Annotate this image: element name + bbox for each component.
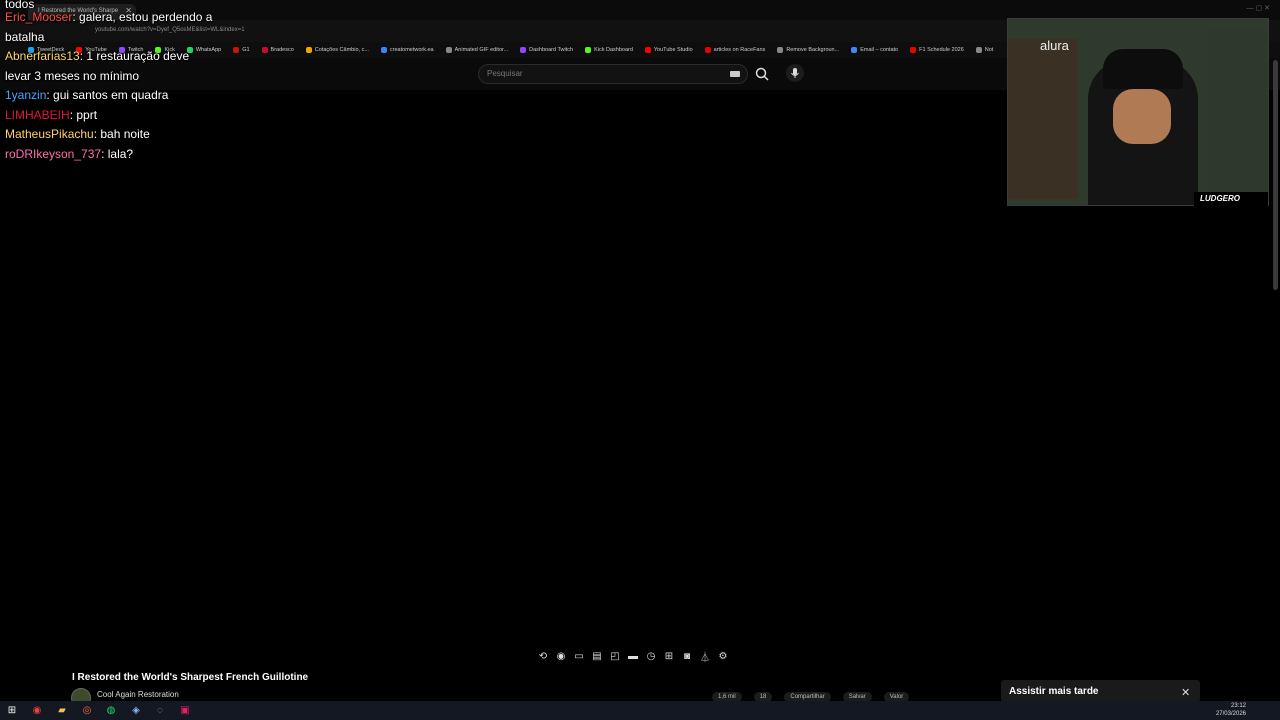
clock-time: 23:12 <box>1230 703 1246 709</box>
app2-icon[interactable]: ◈ <box>129 703 143 717</box>
chat-text: : gui santos em quadra <box>46 88 169 102</box>
speed-icon[interactable]: ◷ <box>644 649 658 663</box>
window-controls[interactable]: — ▢ ✕ <box>1247 4 1270 12</box>
chat-username: MatheusPikachu <box>5 127 94 141</box>
stream-chat-overlay: todos Eric_Mooser: galera, estou perdend… <box>5 0 215 164</box>
bookmark-label: Email – contato <box>860 47 899 53</box>
chat-message: LIMHABEIH: pprt <box>5 106 215 126</box>
bookmark-favicon-icon <box>261 47 268 53</box>
cap <box>1103 49 1183 89</box>
bookmark-item[interactable]: G1 <box>233 47 250 53</box>
theater-icon[interactable]: ▬ <box>626 649 640 663</box>
system-clock[interactable]: 23:12 27/03/2026 <box>1216 702 1246 718</box>
bookmark-favicon-icon <box>520 47 527 53</box>
chat-username: LIMHABEIH <box>5 107 70 122</box>
loop-icon[interactable]: ⟲ <box>536 649 550 663</box>
chat-fragment: todos <box>5 0 35 8</box>
bookmark-favicon-icon <box>910 47 917 53</box>
bookmark-favicon-icon <box>585 47 592 53</box>
bookmark-label: YouTube Studio <box>653 47 693 53</box>
clock-date: 27/03/2026 <box>1215 711 1246 717</box>
bookmark-favicon-icon <box>644 47 651 53</box>
microphone-icon[interactable] <box>786 64 804 82</box>
app3-icon[interactable]: ▣ <box>178 703 192 717</box>
bookmark-item[interactable]: Email – contato <box>851 47 898 53</box>
bookmark-label: F1 Schedule 2026 <box>919 47 964 53</box>
chat-message: Eric_Mooser: galera, estou perdendo a ba… <box>5 8 215 47</box>
keyboard-icon[interactable] <box>730 71 740 77</box>
bookmark-favicon-icon <box>445 47 452 53</box>
bookmark-item[interactable]: Kick Dashboard <box>585 47 633 53</box>
bookmark-favicon-icon <box>704 47 711 53</box>
bookmark-label: Cotações Câmbio, c... <box>314 47 369 53</box>
bookmark-label: Not <box>984 47 994 53</box>
whatsapp-icon[interactable]: ◍ <box>104 703 118 717</box>
bookmark-item[interactable]: YouTube Studio <box>644 47 693 53</box>
video-title: I Restored the World's Sharpest French G… <box>72 672 309 683</box>
bookmark-label: G1 <box>242 47 250 53</box>
gear-icon[interactable]: ⚙ <box>716 649 730 663</box>
bookmark-label: Dashboard Twitch <box>529 47 574 53</box>
chat-username: Abnerfarias13 <box>5 49 80 63</box>
bookmark-item[interactable]: Animated GIF editor... <box>445 47 509 53</box>
bookmark-label: Bradesco <box>270 47 294 53</box>
bookmark-favicon-icon <box>233 47 240 53</box>
bookmark-favicon-icon <box>851 47 858 53</box>
chat-text: : pprt <box>69 107 98 122</box>
obs-icon[interactable]: ◌ <box>153 703 167 717</box>
flask-icon[interactable]: ⏃ <box>698 649 712 664</box>
bookmark-label: articles on RaceFans <box>713 47 766 53</box>
chat-message: roDRIkeyson_737: lala? <box>5 145 215 165</box>
chat-username: roDRIkeyson_737 <box>5 146 102 161</box>
bookmark-item[interactable]: F1 Schedule 2026 <box>910 47 964 53</box>
bookmark-item[interactable]: Bradesco <box>261 47 294 53</box>
bookmark-item[interactable]: Not <box>975 47 994 53</box>
bookmark-favicon-icon <box>975 47 982 53</box>
search-input[interactable]: Pesquisar <box>478 64 748 84</box>
page-scrollbar[interactable] <box>1273 60 1278 290</box>
bookmark-item[interactable]: creatometwork.ea <box>380 47 434 53</box>
camera-icon[interactable]: ◙ <box>680 649 694 663</box>
bookmark-item[interactable]: Cotações Câmbio, c... <box>305 47 369 53</box>
chat-text: : lala? <box>101 146 134 161</box>
chat-text: : bah noite <box>93 127 150 141</box>
close-icon[interactable]: ✕ <box>1181 686 1190 699</box>
bookmark-item[interactable]: articles on RaceFans <box>704 47 766 53</box>
queue-icon[interactable]: ⊞ <box>662 649 676 663</box>
clapper-icon[interactable]: ▤ <box>590 649 604 663</box>
bookmark-favicon-icon <box>380 47 387 53</box>
screen-icon[interactable]: ▭ <box>572 649 586 663</box>
pip-icon[interactable]: ◰ <box>608 649 622 663</box>
bookmark-label: Animated GIF editor... <box>454 47 509 53</box>
toast-text: Assistir mais tarde <box>1009 686 1099 697</box>
player-controls: ⟲ ◉ ▭ ▤ ◰ ▬ ◷ ⊞ ◙ ⏃ ⚙ <box>536 646 730 666</box>
chat-username: 1yanzin <box>5 88 47 102</box>
search-icon[interactable] <box>754 66 770 82</box>
audio-icon[interactable]: ◉ <box>554 649 568 663</box>
channel-name[interactable]: Cool Again Restoration <box>97 690 179 699</box>
folder-icon[interactable]: ▰ <box>55 703 69 717</box>
bookmark-favicon-icon <box>305 47 312 53</box>
windows-taskbar <box>0 701 1280 720</box>
bookmark-favicon-icon <box>777 47 784 53</box>
bookmark-label: Remove Backgroun... <box>786 47 840 53</box>
face <box>1113 89 1171 144</box>
streamer-logo: LUDGERO <box>1194 192 1268 206</box>
chat-message: 1yanzin: gui santos em quadra <box>5 86 215 106</box>
chrome-icon[interactable]: ◉ <box>30 703 44 717</box>
chat-username: Eric_Mooser <box>5 10 73 24</box>
chat-message: Abnerfarias13: 1 restauração deve levar … <box>5 47 215 86</box>
bookmark-item[interactable]: Dashboard Twitch <box>520 47 573 53</box>
bookmark-label: creatometwork.ea <box>389 47 434 53</box>
alura-sign: alura <box>1040 38 1069 53</box>
windows-start-icon[interactable]: ⊞ <box>5 703 19 717</box>
app-icon[interactable]: ◎ <box>80 703 94 717</box>
bookmark-item[interactable]: Remove Backgroun... <box>777 47 839 53</box>
chat-message: MatheusPikachu: bah noite <box>5 125 215 145</box>
bookmark-label: Kick Dashboard <box>594 47 633 53</box>
